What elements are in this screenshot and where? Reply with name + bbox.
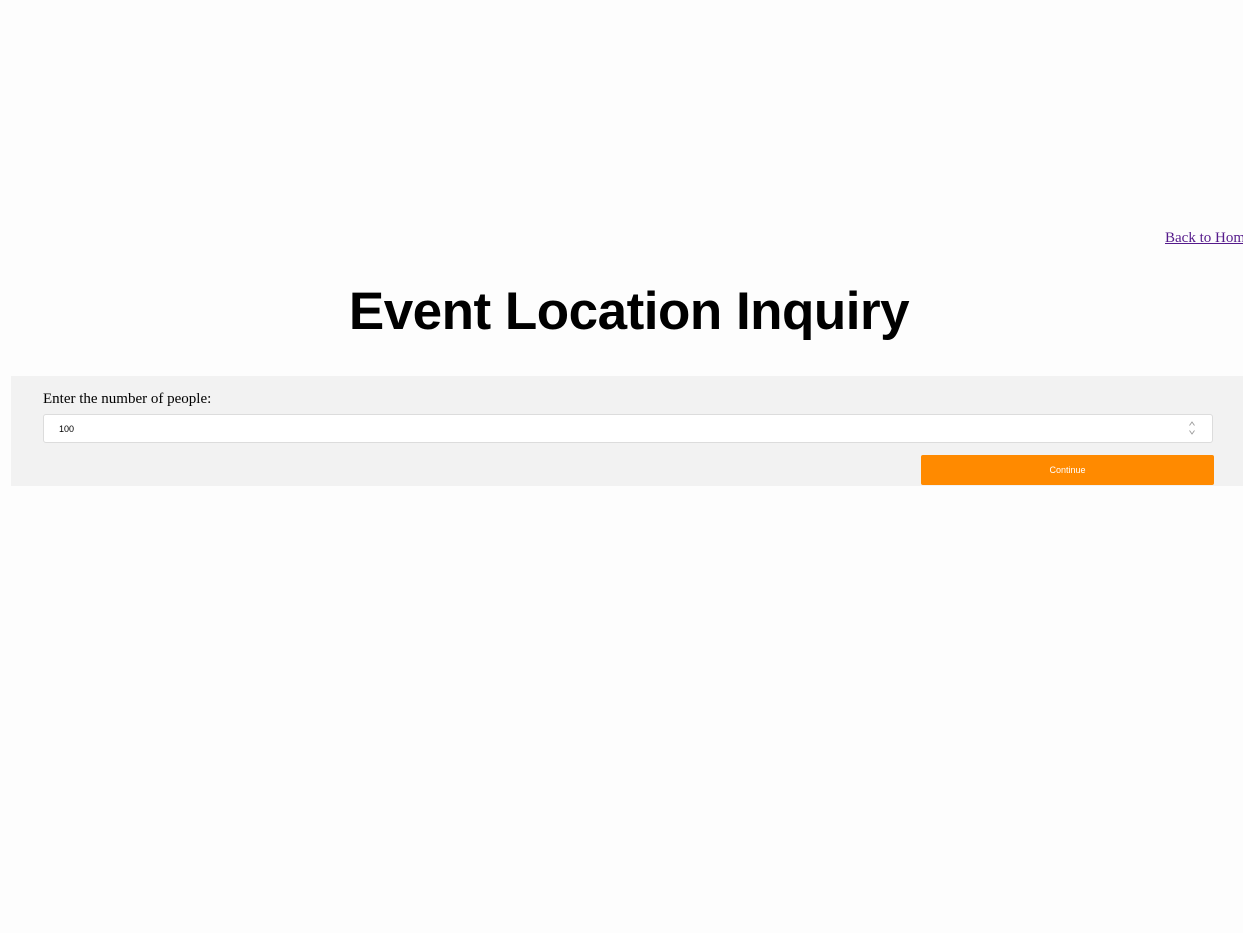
people-count-field (43, 414, 1213, 443)
people-count-input[interactable] (44, 415, 1184, 442)
stepper-down-icon[interactable] (1189, 430, 1195, 435)
back-to-home-link[interactable]: Back to Hom (1165, 230, 1243, 247)
people-form: Enter the number of people: Continue (11, 376, 1243, 486)
continue-button[interactable]: Continue (921, 455, 1214, 485)
stepper-up-icon[interactable] (1189, 421, 1195, 426)
stepper-updown-icon[interactable] (1188, 421, 1196, 435)
page-title: Event Location Inquiry (348, 282, 910, 341)
people-count-label: Enter the number of people: (43, 391, 212, 407)
